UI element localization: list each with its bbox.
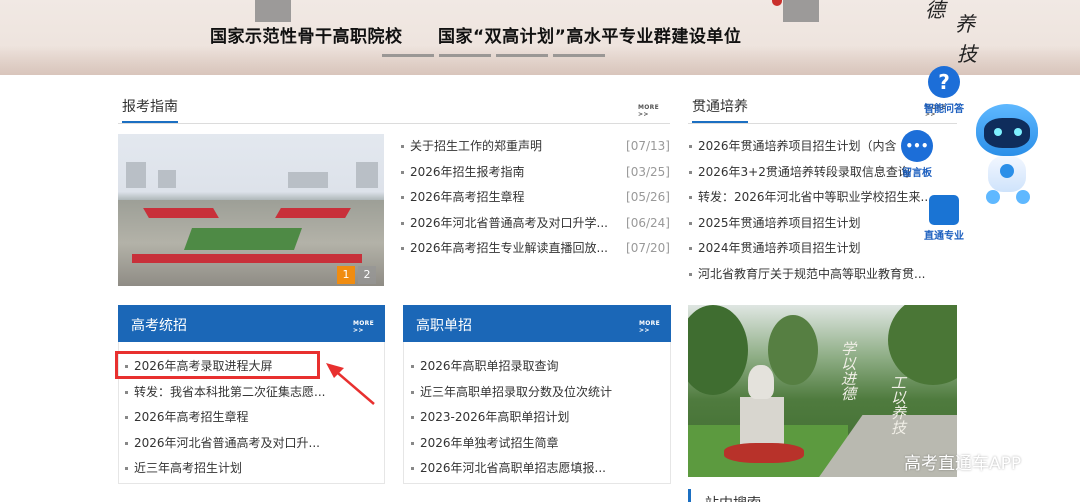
photo-engraving: 学以进德 <box>839 341 857 401</box>
photo-building <box>126 162 146 188</box>
list-item-title: 2026年河北省普通高考及对口升学... <box>410 215 608 230</box>
photo-tent-row <box>132 254 362 263</box>
app-watermark: 高考直通车APP <box>904 454 1022 474</box>
carousel-dot[interactable] <box>553 54 605 57</box>
list-item-title: 2026年高考招生专业解读直播回放... <box>410 241 608 255</box>
carousel-dot[interactable] <box>496 54 548 57</box>
list-item[interactable]: 2023-2026年高职单招计划 <box>410 405 666 431</box>
danzhao-section-title: 高职单招 <box>416 318 472 334</box>
list-item[interactable]: 2026年招生报考指南 [03/25] <box>400 160 670 186</box>
site-search-section-header: 站内搜索 <box>688 489 957 502</box>
list-item[interactable]: 2026年高考招生专业解读直播回放... [07/20] <box>400 236 670 262</box>
guide-news-list: 关于招生工作的郑重声明 [07/13] 2026年招生报考指南 [03/25] 20… <box>400 134 670 262</box>
direct-major-button[interactable]: 直通专业 <box>918 195 970 242</box>
highlight-box <box>115 351 320 379</box>
pager-item-2[interactable]: 2 <box>358 266 376 284</box>
list-item[interactable]: 2026年单独考试招生简章 <box>410 431 666 457</box>
photo-pedestal <box>740 397 784 449</box>
list-item[interactable]: 2026年高考招生章程 <box>124 405 380 431</box>
list-item-date: [07/20] <box>626 241 670 255</box>
carousel-dot[interactable] <box>382 54 434 57</box>
list-item[interactable]: 2026年贯通培养项目招生计划（内含 <box>688 134 928 160</box>
list-item[interactable]: 关于招生工作的郑重声明 [07/13] <box>400 134 670 160</box>
photo-tent-row <box>275 208 351 218</box>
robot-foot <box>1016 190 1030 204</box>
banner-decoration-block <box>783 0 819 22</box>
list-item[interactable]: 2025年贯通培养项目招生计划 <box>688 211 928 237</box>
photo-grass <box>183 228 303 250</box>
chat-bubble-icon: ••• <box>901 130 933 162</box>
question-icon: ? <box>928 66 960 98</box>
list-item[interactable]: 近三年高考招生计划 <box>124 456 380 482</box>
list-item[interactable]: 2026年河北省高职单招志愿填报... <box>410 456 666 482</box>
smart-qa-button[interactable]: ? 智能问答 <box>918 66 970 115</box>
banner-calligraphy: 德 <box>925 0 945 22</box>
danzhao-more-link[interactable]: MORE >> <box>639 320 671 334</box>
guide-section-title: 报考指南 <box>122 96 178 123</box>
photo-building <box>356 162 378 188</box>
list-item[interactable]: 转发：2026年河北省中等职业学校招生来... <box>688 185 928 211</box>
message-board-label: 留言板 <box>902 168 932 179</box>
carousel-dot[interactable] <box>439 54 491 57</box>
gaokao-section-title: 高考统招 <box>131 318 187 334</box>
photo-tent-row <box>143 208 219 218</box>
through-section-title: 贯通培养 <box>692 96 748 123</box>
direct-major-label: 直通专业 <box>924 231 964 242</box>
pager-item-1[interactable]: 1 <box>337 266 355 284</box>
robot-foot <box>986 190 1000 204</box>
robot-badge <box>1000 164 1014 178</box>
photo-building <box>288 172 328 188</box>
guide-more-link[interactable]: MORE >> <box>638 104 670 118</box>
robot-eye <box>1014 128 1022 136</box>
through-section-header: 贯通培养 MORE >> <box>688 94 957 124</box>
guide-section-header: 报考指南 MORE >> <box>118 94 670 124</box>
banner-red-decoration <box>772 0 782 6</box>
message-board-button[interactable]: ••• 留言板 <box>894 130 940 179</box>
smart-qa-label: 智能问答 <box>924 104 964 115</box>
gaokao-section-header: 高考统招 MORE >> <box>118 305 385 342</box>
banner-slogan-1: 国家示范性骨干高职院校 <box>210 27 403 47</box>
robot-eye <box>994 128 1002 136</box>
list-item[interactable]: 2024年贯通培养项目招生计划 <box>688 236 928 262</box>
list-item-date: [06/24] <box>626 215 670 230</box>
list-item[interactable]: 2026年河北省普通高考及对口升... <box>124 431 380 457</box>
banner-slogan-2: 国家“双高计划”高水平专业群建设单位 <box>438 27 742 47</box>
list-item[interactable]: 2026年高考招生章程 [05/26] <box>400 185 670 211</box>
list-item-date: [03/25] <box>626 164 670 179</box>
list-item[interactable]: 2026年高职单招录取查询 <box>410 354 666 380</box>
banner-decoration-block <box>255 0 291 22</box>
photo-tree <box>688 305 748 395</box>
guide-photo-carousel[interactable]: 1 2 <box>118 134 384 286</box>
gaokao-more-link[interactable]: MORE >> <box>353 320 385 334</box>
list-item[interactable]: 2026年3+2贯通培养转段录取信息查询 <box>688 160 928 186</box>
danzhao-news-list: 2026年高职单招录取查询 近三年高职单招录取分数及位次统计 2023-2026… <box>410 354 666 482</box>
photo-statue <box>748 365 774 399</box>
list-item[interactable]: 2026年河北省普通高考及对口升学... [06/24] <box>400 211 670 237</box>
carousel-pager: 1 2 <box>337 266 376 284</box>
book-icon <box>929 195 959 225</box>
robot-face <box>984 118 1030 148</box>
robot-assistant-icon[interactable] <box>970 104 1044 208</box>
header-banner: 国家示范性骨干高职院校 国家“双高计划”高水平专业群建设单位 德 养 技 <box>0 0 1080 75</box>
photo-tree <box>768 315 818 385</box>
danzhao-section-header: 高职单招 MORE >> <box>403 305 671 342</box>
annotation-arrow-icon <box>326 363 375 405</box>
photo-flower-bed <box>724 443 804 463</box>
list-item-title: 2026年招生报考指南 <box>410 164 525 179</box>
photo-building <box>158 170 176 188</box>
list-item-title: 关于招生工作的郑重声明 <box>410 139 543 153</box>
banner-calligraphy: 养 <box>955 12 975 36</box>
list-item-date: [05/26] <box>626 190 670 204</box>
photo-tree <box>888 305 957 385</box>
banner-calligraphy: 技 <box>957 42 977 66</box>
photo-engraving: 工以养技 <box>889 375 907 435</box>
banner-carousel-dots <box>382 54 605 57</box>
list-item-title: 2026年高考招生章程 <box>410 190 525 204</box>
list-item-date: [07/13] <box>626 139 670 153</box>
list-item[interactable]: 河北省教育厅关于规范中高等职业教育贯... <box>688 262 928 288</box>
site-search-title: 站内搜索 <box>705 493 761 502</box>
through-news-list: 2026年贯通培养项目招生计划（内含 2026年3+2贯通培养转段录取信息查询 … <box>688 134 928 287</box>
list-item[interactable]: 近三年高职单招录取分数及位次统计 <box>410 380 666 406</box>
